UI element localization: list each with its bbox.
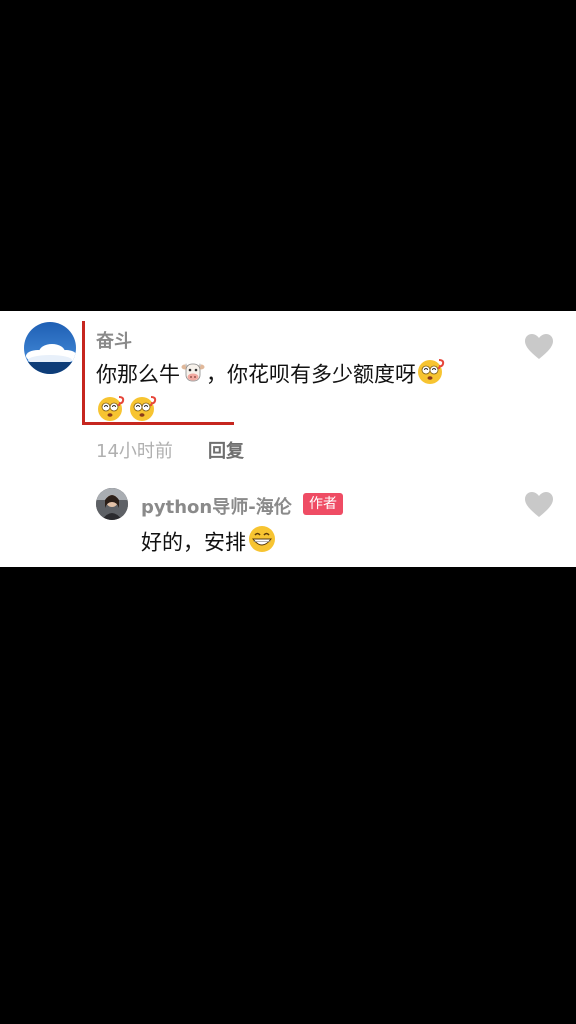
grinning-face-emoji bbox=[247, 525, 277, 562]
reply-username[interactable]: python导师-海伦 bbox=[141, 493, 292, 519]
dizzy-face-emoji bbox=[97, 394, 127, 431]
screen: { "comment": { "username": "奋斗", "text_p… bbox=[0, 0, 576, 1024]
comment-text-part2: ，你花呗有多少额度呀 bbox=[206, 362, 416, 387]
reply-text: 好的，安排 bbox=[141, 525, 278, 562]
dizzy-face-emoji bbox=[129, 394, 159, 431]
avatar[interactable] bbox=[24, 322, 76, 374]
reply-text-content: 好的，安排 bbox=[141, 530, 246, 555]
comment-text: 你那么牛 ，你花呗有多少额度呀 bbox=[96, 357, 516, 431]
highlight-border-left bbox=[82, 321, 85, 425]
comment-username[interactable]: 奋斗 bbox=[96, 327, 132, 353]
comment-text-part1: 你那么牛 bbox=[96, 362, 180, 387]
author-badge: 作者 bbox=[303, 493, 343, 515]
dizzy-face-emoji bbox=[417, 357, 447, 394]
comment-panel: 奋斗 你那么牛 ，你花呗有多少额度呀 14小时前 回复 python导师-海伦 … bbox=[0, 311, 576, 567]
heart-icon[interactable] bbox=[524, 333, 554, 361]
cow-face-emoji bbox=[181, 359, 205, 392]
reply-button[interactable]: 回复 bbox=[208, 437, 244, 463]
reply-avatar[interactable] bbox=[96, 488, 128, 520]
heart-icon[interactable] bbox=[524, 491, 554, 519]
comment-time: 14小时前 bbox=[96, 441, 173, 462]
